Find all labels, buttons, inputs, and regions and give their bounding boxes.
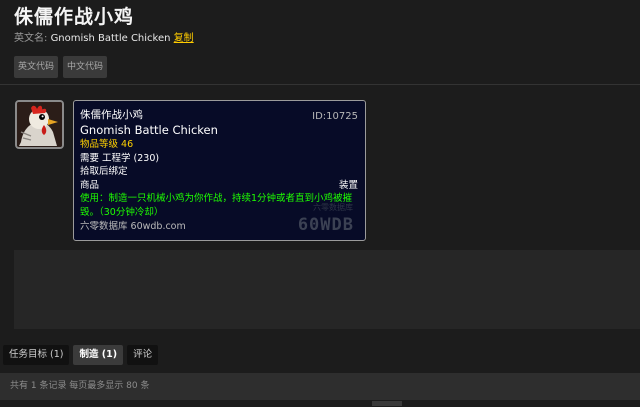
item-requirement: 需要 工程学 (230): [80, 152, 160, 164]
content-panel: [14, 250, 640, 329]
chicken-icon: [17, 102, 62, 147]
code-buttons: 英文代码 中文代码: [14, 56, 108, 78]
chinese-code-button[interactable]: 中文代码: [63, 56, 108, 78]
page-title: 侏儒作战小鸡: [14, 6, 135, 28]
records-footer: 共有 1 条记录 每页最多显示 80 条: [0, 373, 640, 400]
tab-comments[interactable]: 评论: [127, 345, 159, 365]
english-name-value: Gnomish Battle Chicken: [50, 33, 171, 44]
english-code-button[interactable]: 英文代码: [14, 56, 59, 78]
watermark: 60WDB: [297, 214, 354, 235]
scroll-indicator: [372, 401, 402, 406]
item-icon[interactable]: [15, 100, 64, 149]
item-id: ID:10725: [312, 111, 358, 122]
item-type-right: 装置: [338, 179, 358, 191]
copy-link[interactable]: 复制: [174, 33, 194, 44]
item-level: 物品等级 46: [80, 139, 134, 150]
item-tooltip: ID:10725 侏儒作战小鸡 Gnomish Battle Chicken 物…: [73, 100, 366, 241]
tab-crafting[interactable]: 制造 (1): [73, 345, 124, 365]
item-binding: 拾取后绑定: [80, 166, 128, 177]
records-summary: 共有 1 条记录 每页最多显示 80 条: [10, 381, 150, 391]
bottom-strip: [0, 400, 640, 407]
item-type-row: 商品 装置: [80, 179, 358, 193]
english-name-label: 英文名:: [14, 33, 48, 44]
watermark-small: 六零数据库: [313, 202, 353, 212]
tooltip-name-en: Gnomish Battle Chicken: [80, 122, 218, 137]
item-type-left: 商品: [80, 179, 100, 191]
tab-bar: 任务目标 (1) 制造 (1) 评论: [3, 345, 159, 365]
tab-quest-objectives[interactable]: 任务目标 (1): [3, 345, 70, 365]
english-name-row: 英文名: Gnomish Battle Chicken 复制: [14, 29, 194, 44]
divider: [0, 84, 640, 85]
